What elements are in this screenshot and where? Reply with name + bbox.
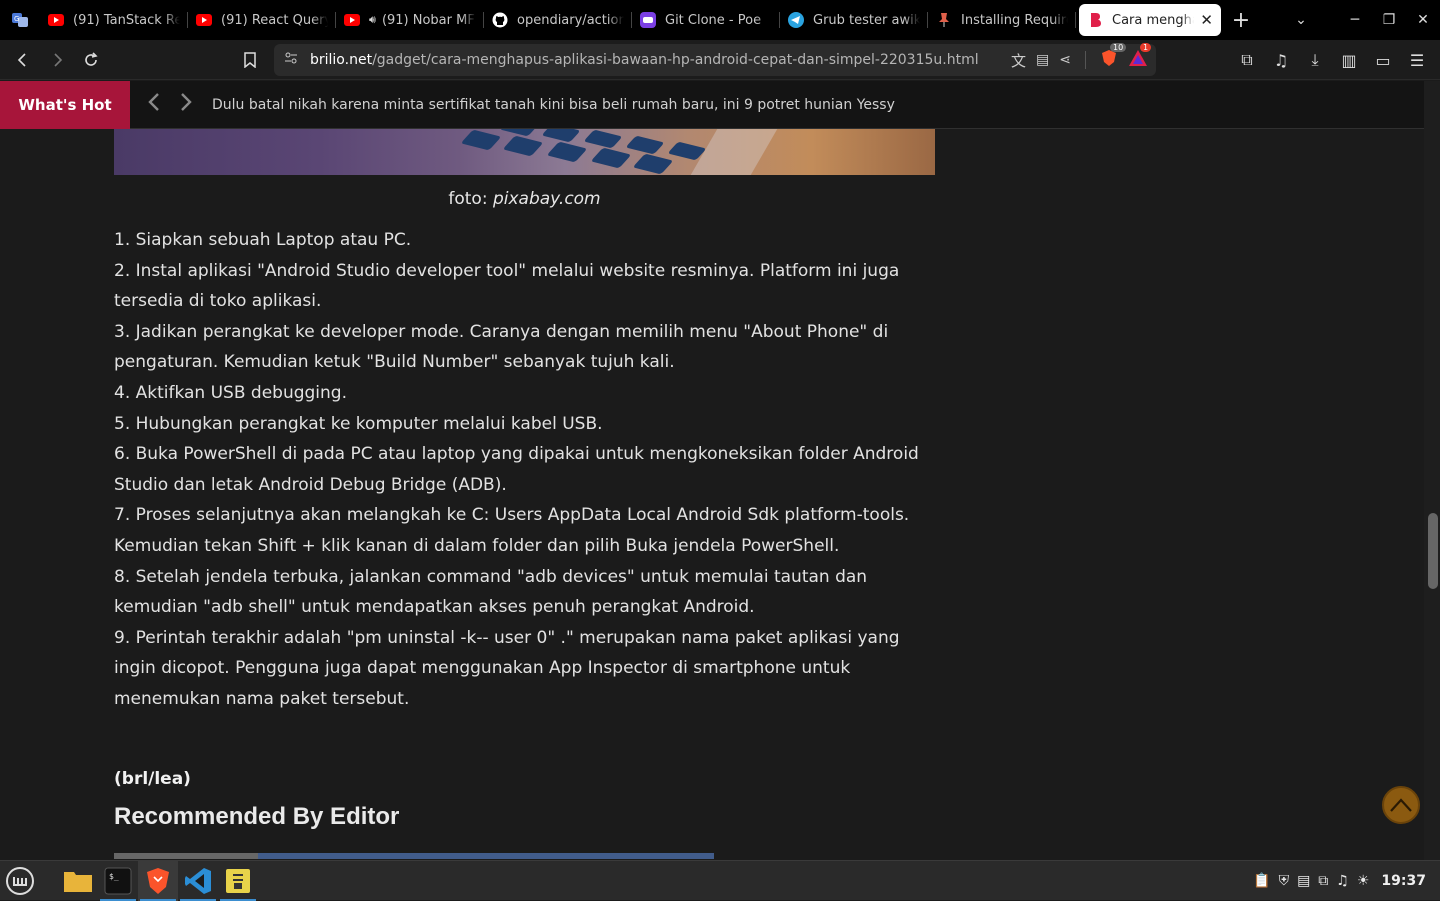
- poe-icon: [640, 12, 656, 28]
- back-button[interactable]: [6, 43, 40, 77]
- article-steps: 1. Siapkan sebuah Laptop atau PC. 2. Ins…: [114, 225, 934, 715]
- close-tab-icon[interactable]: ✕: [1200, 11, 1213, 29]
- brave-icon[interactable]: [138, 860, 178, 901]
- step-item: 4. Aktifkan USB debugging.: [114, 382, 348, 403]
- youtube-icon: [196, 12, 212, 28]
- forward-button[interactable]: [40, 43, 74, 77]
- recommended-heading: Recommended By Editor: [114, 803, 400, 830]
- article-photo: [114, 129, 935, 175]
- youtube-icon: [344, 12, 360, 28]
- minimize-icon[interactable]: ─: [1338, 12, 1372, 28]
- hot-next-icon[interactable]: [170, 92, 202, 118]
- tab-strip: G (91) TanStack React Query (91) React Qu…: [0, 0, 1440, 40]
- reload-button[interactable]: [74, 43, 108, 77]
- step-item: 5. Hubungkan perangkat ke komputer melal…: [114, 413, 603, 434]
- sidebar-icon[interactable]: ▥: [1332, 43, 1366, 77]
- step-item: 7. Proses selanjutnya akan melangkah ke …: [114, 505, 910, 556]
- step-item: 3. Jadikan perangkat ke developer mode. …: [114, 321, 889, 373]
- youtube-icon: [48, 12, 64, 28]
- tab[interactable]: Grub tester awikwok: [780, 4, 928, 36]
- brave-rewards-icon[interactable]: 1: [1128, 43, 1152, 71]
- step-item: 8. Setelah jendela terbuka, jalankan com…: [114, 566, 868, 618]
- tab[interactable]: Installing Requirements: [928, 4, 1076, 36]
- photo-caption: foto: pixabay.com: [114, 189, 935, 209]
- url-path: /gadget/cara-menghapus-aplikasi-bawaan-h…: [372, 52, 979, 68]
- vscode-icon[interactable]: [178, 861, 218, 901]
- step-item: 1. Siapkan sebuah Laptop atau PC.: [114, 230, 412, 250]
- tab[interactable]: Git Clone - Poe: [632, 4, 780, 36]
- recommended-link-peek[interactable]: [114, 853, 714, 859]
- address-bar[interactable]: brilio.net/gadget/cara-menghapus-aplikas…: [274, 43, 1156, 76]
- step-item: 2. Instal aplikasi "Android Studio devel…: [114, 260, 900, 312]
- tab-label: Installing Requirements: [961, 12, 1068, 28]
- share-icon[interactable]: ⋖: [1059, 52, 1071, 68]
- tab-label: (91) React Query: [221, 12, 328, 28]
- hot-headline-link[interactable]: Dulu batal nikah karena minta sertifikat…: [212, 97, 895, 113]
- tab-active[interactable]: Cara menghapus ✕: [1079, 4, 1221, 36]
- whats-hot-label: What's Hot: [0, 80, 130, 129]
- notes-tray-icon[interactable]: ▤: [1297, 873, 1310, 889]
- translate-page-icon[interactable]: 文: [1011, 50, 1026, 71]
- tab[interactable]: (91) TanStack React Query: [40, 4, 188, 36]
- shields-count-badge: 10: [1110, 43, 1127, 52]
- bookmark-icon[interactable]: [233, 43, 267, 77]
- wallet-icon[interactable]: ▭: [1366, 43, 1400, 77]
- tab-label: (91) TanStack React Query: [73, 12, 180, 28]
- tab[interactable]: 🔊︎ (91) Nobar MF: [336, 4, 484, 36]
- svg-text:G: G: [14, 15, 19, 23]
- maximize-icon[interactable]: ❐: [1372, 12, 1406, 28]
- brilio-icon: [1087, 12, 1103, 28]
- step-item: 9. Perintah terakhir adalah "pm uninstal…: [114, 627, 900, 709]
- pin-icon: [936, 12, 952, 28]
- files-icon[interactable]: [58, 861, 98, 901]
- rewards-count-badge: 1: [1140, 43, 1152, 52]
- clock[interactable]: 19:37: [1381, 873, 1426, 889]
- browser-toolbar: brilio.net/gadget/cara-menghapus-aplikas…: [0, 40, 1440, 80]
- svg-text:$_: $_: [109, 872, 119, 881]
- terminal-icon[interactable]: $_: [98, 861, 138, 901]
- tab-label: Git Clone - Poe: [665, 12, 762, 28]
- telegram-icon: [788, 12, 804, 28]
- article-content: foto: pixabay.com 1. Siapkan sebuah Lapt…: [0, 129, 1424, 859]
- notes-icon[interactable]: [218, 861, 258, 901]
- tab-list-chevron-icon[interactable]: ⌄: [1284, 12, 1318, 28]
- system-taskbar: $_ 📋 ⛨ ▤ ⧉ ♫ ☀ 19:37: [0, 860, 1440, 901]
- tab[interactable]: opendiary/action: [484, 4, 632, 36]
- caption-prefix: foto:: [448, 189, 493, 209]
- tab-label: Cara menghapus: [1112, 12, 1194, 28]
- caption-source: pixabay.com: [492, 189, 601, 209]
- brave-shields-icon[interactable]: 10: [1100, 43, 1127, 71]
- github-icon: [492, 12, 508, 28]
- scroll-to-top-button[interactable]: [1382, 786, 1420, 824]
- sound-icon[interactable]: ♫: [1336, 873, 1349, 889]
- close-window-icon[interactable]: ✕: [1406, 12, 1440, 28]
- url-host: brilio.net: [310, 52, 373, 68]
- tab-label: (91) Nobar MF: [381, 12, 475, 28]
- extensions-icon[interactable]: ⧉: [1230, 43, 1264, 77]
- reader-mode-icon[interactable]: ▤: [1036, 52, 1049, 68]
- article-byline: (brl/lea): [114, 769, 191, 789]
- tab-label: Grub tester awikwok: [813, 12, 920, 28]
- tab[interactable]: (91) React Query: [188, 4, 336, 36]
- scrollbar-thumb[interactable]: [1428, 513, 1438, 589]
- new-tab-button[interactable]: +: [1221, 8, 1261, 33]
- system-tray: 📋 ⛨ ▤ ⧉ ♫ ☀ 19:37: [1253, 873, 1440, 889]
- hot-prev-icon[interactable]: [138, 92, 170, 118]
- speaker-icon[interactable]: 🔊︎: [369, 13, 376, 27]
- mint-menu-icon[interactable]: [0, 861, 40, 901]
- network-icon[interactable]: ⧉: [1318, 873, 1328, 889]
- menu-icon[interactable]: ☰: [1400, 43, 1434, 77]
- page-scrollbar[interactable]: [1424, 81, 1440, 860]
- tab-label: opendiary/action: [517, 12, 624, 28]
- downloads-icon[interactable]: ⤓: [1298, 43, 1332, 77]
- translate-icon[interactable]: G: [0, 0, 40, 40]
- shield-icon[interactable]: ⛨: [1279, 873, 1290, 889]
- whats-hot-bar: What's Hot Dulu batal nikah karena minta…: [0, 80, 1424, 129]
- clipboard-icon[interactable]: 📋: [1253, 873, 1270, 889]
- step-item: 6. Buka PowerShell di pada PC atau lapto…: [114, 444, 919, 495]
- site-settings-icon[interactable]: [284, 51, 298, 69]
- media-icon[interactable]: ♫: [1264, 43, 1298, 77]
- brightness-icon[interactable]: ☀: [1357, 873, 1370, 889]
